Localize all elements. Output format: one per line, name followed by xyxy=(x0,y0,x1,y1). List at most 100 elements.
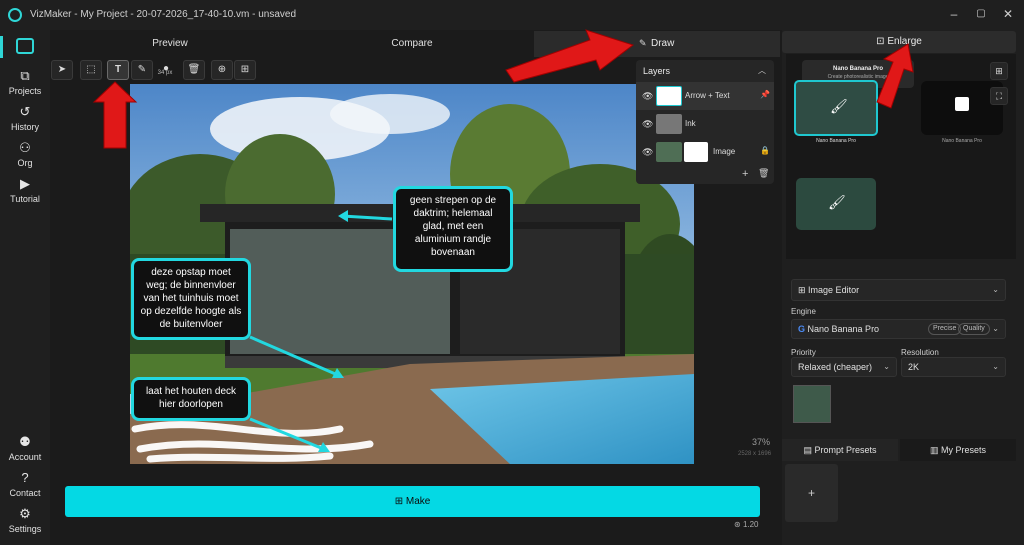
layer-name: Arrow + Text xyxy=(685,91,730,100)
sidebar-item-label: Tutorial xyxy=(10,194,40,204)
engine-label: Engine xyxy=(791,307,816,316)
layer-name: Image xyxy=(713,147,736,156)
clear-tool-button[interactable]: 🗑 xyxy=(183,60,205,80)
google-icon: G xyxy=(798,324,808,334)
sidebar-item-org[interactable]: ⚇ Org xyxy=(0,140,50,168)
badge-quality: Quality xyxy=(958,323,990,335)
settings-icon: ⚙ xyxy=(19,506,31,521)
layer-name: Ink xyxy=(685,119,696,128)
callout-top[interactable]: geen strepen op de daktrim; helemaal gla… xyxy=(393,186,513,272)
close-button[interactable]: ✕ xyxy=(1000,6,1016,22)
mode-select-value: Image Editor xyxy=(808,285,860,295)
brush-icon: 🖌 xyxy=(828,194,846,210)
chevron-down-icon: ⌄ xyxy=(883,362,890,371)
graph-node[interactable]: 🖌 xyxy=(796,178,876,230)
marquee-tool-button[interactable]: ⬚ xyxy=(80,60,102,80)
make-icon: ⊞ xyxy=(394,496,406,507)
org-icon: ⚇ xyxy=(19,140,31,155)
eye-icon[interactable]: 👁 xyxy=(642,91,653,102)
maximize-button[interactable]: ▢ xyxy=(973,6,989,22)
engine-select-value: Nano Banana Pro xyxy=(807,324,880,334)
text-tool-button[interactable]: T xyxy=(107,60,129,80)
graph-node-selected[interactable]: 🖌 xyxy=(794,80,878,136)
tab-my-presets[interactable]: ▥ My Presets xyxy=(900,439,1016,461)
brush-icon: 🖌 xyxy=(830,98,848,114)
badge-precise: Precise xyxy=(928,323,962,335)
chevron-down-icon: ⌄ xyxy=(992,362,999,371)
tab-prompt-presets[interactable]: ▤ Prompt Presets xyxy=(782,439,898,461)
editor-icon: ⊞ xyxy=(798,285,809,295)
graph-image-button[interactable]: ⊞ xyxy=(990,62,1008,80)
resolution-label: Resolution xyxy=(901,348,939,357)
home-icon xyxy=(16,38,34,54)
eye-icon[interactable]: 👁 xyxy=(642,119,653,130)
my-presets-icon: ▥ xyxy=(929,445,941,455)
fit-view-button[interactable]: ⛶ xyxy=(990,87,1008,105)
brush-size-label: 34 px xyxy=(157,70,173,76)
history-icon: ↺ xyxy=(19,104,31,119)
layer-row[interactable]: 👁 Ink xyxy=(636,110,774,138)
resolution-select[interactable]: 2K ⌄ xyxy=(901,357,1006,377)
tab-compare[interactable]: Compare xyxy=(362,33,462,55)
sidebar-item-tutorial[interactable]: ▶ Tutorial xyxy=(0,176,50,204)
layer-thumbnail xyxy=(656,142,682,162)
callout-left[interactable]: deze opstap moet weg; de binnenvloer van… xyxy=(131,258,251,340)
eye-icon[interactable]: 👁 xyxy=(642,147,653,158)
tutorial-icon: ▶ xyxy=(20,176,30,191)
tab-enlarge[interactable]: ⊡ Enlarge xyxy=(782,31,1016,53)
image-settings-button[interactable]: ⊞ xyxy=(234,60,256,80)
mode-select[interactable]: ⊞ Image Editor ⌄ xyxy=(791,279,1006,301)
account-icon: ⚉ xyxy=(19,434,31,449)
collapse-icon[interactable]: ︿ xyxy=(758,65,766,76)
sidebar-item-projects[interactable]: ⧉ Projects xyxy=(0,68,50,96)
make-label: Make xyxy=(405,496,431,507)
zoom-level: 37% xyxy=(752,437,771,447)
priority-label: Priority xyxy=(791,348,816,357)
chevron-down-icon: ⌄ xyxy=(992,285,999,294)
priority-select[interactable]: Relaxed (cheaper) ⌄ xyxy=(791,357,897,377)
callout-bottom[interactable]: laat het houten deck hier doorlopen xyxy=(131,377,251,421)
node-graph[interactable]: Nano Banana Pro Create photorealistic im… xyxy=(786,54,1016,259)
sidebar-item-label: Projects xyxy=(8,86,42,96)
layer-mask xyxy=(684,142,708,162)
minimize-button[interactable]: – xyxy=(946,6,962,22)
make-button[interactable]: ⊞ Make xyxy=(65,486,760,517)
presets-icon: ▤ xyxy=(803,445,815,455)
layer-thumbnail xyxy=(656,114,682,134)
tab-label: My Presets xyxy=(941,445,987,455)
sidebar-item-contact[interactable]: ? Contact xyxy=(0,470,50,498)
node-title: Nano Banana Pro xyxy=(832,66,883,72)
layers-title: Layers xyxy=(643,66,671,76)
sidebar-item-label: Settings xyxy=(8,524,42,534)
sidebar-item-settings[interactable]: ⚙ Settings xyxy=(0,506,50,534)
select-tool-button[interactable]: ➤ xyxy=(51,60,73,80)
sidebar-item-history[interactable]: ↺ History xyxy=(0,104,50,132)
lock-icon[interactable]: 🔒 xyxy=(760,146,770,155)
tab-enlarge-label: Enlarge xyxy=(887,36,922,47)
add-preset-button[interactable]: + xyxy=(785,464,838,522)
sidebar-item-label: History xyxy=(10,122,39,132)
sidebar-item-label: Contact xyxy=(9,488,41,498)
layers-panel: Layers ︿ 👁 Arrow + Text 📌 👁 Ink 👁 Image … xyxy=(636,60,774,184)
delete-layer-button[interactable]: 🗑 xyxy=(758,168,769,179)
add-layer-button[interactable]: + xyxy=(742,168,748,180)
sidebar-item-label: Org xyxy=(17,158,33,168)
tab-draw[interactable]: ✎ Draw xyxy=(534,31,780,57)
layer-row[interactable]: 👁 Image 🔒 xyxy=(636,138,774,166)
version-number: 1.20 xyxy=(742,520,759,529)
input-image-thumbnail[interactable] xyxy=(793,385,831,423)
sidebar-item-account[interactable]: ⚉ Account xyxy=(0,434,50,462)
pin-icon[interactable]: 📌 xyxy=(760,90,770,99)
node-title: Nano Banana Pro xyxy=(942,138,982,144)
engine-select[interactable]: G Nano Banana Pro Precise Quality ⌄ xyxy=(791,319,1006,339)
pen-tool-button[interactable]: ✎ xyxy=(131,60,153,80)
sidebar-item-label: Account xyxy=(8,452,42,462)
priority-select-value: Relaxed (cheaper) xyxy=(798,362,873,372)
tab-draw-label: Draw xyxy=(651,38,675,49)
layer-row[interactable]: 👁 Arrow + Text 📌 xyxy=(636,82,774,110)
chevron-down-icon: ⌄ xyxy=(992,324,999,333)
image-add-button[interactable]: ⊕ xyxy=(211,60,233,80)
sidebar-item-home[interactable] xyxy=(0,38,50,54)
tab-preview[interactable]: Preview xyxy=(120,33,220,55)
app-logo-icon xyxy=(8,8,22,22)
